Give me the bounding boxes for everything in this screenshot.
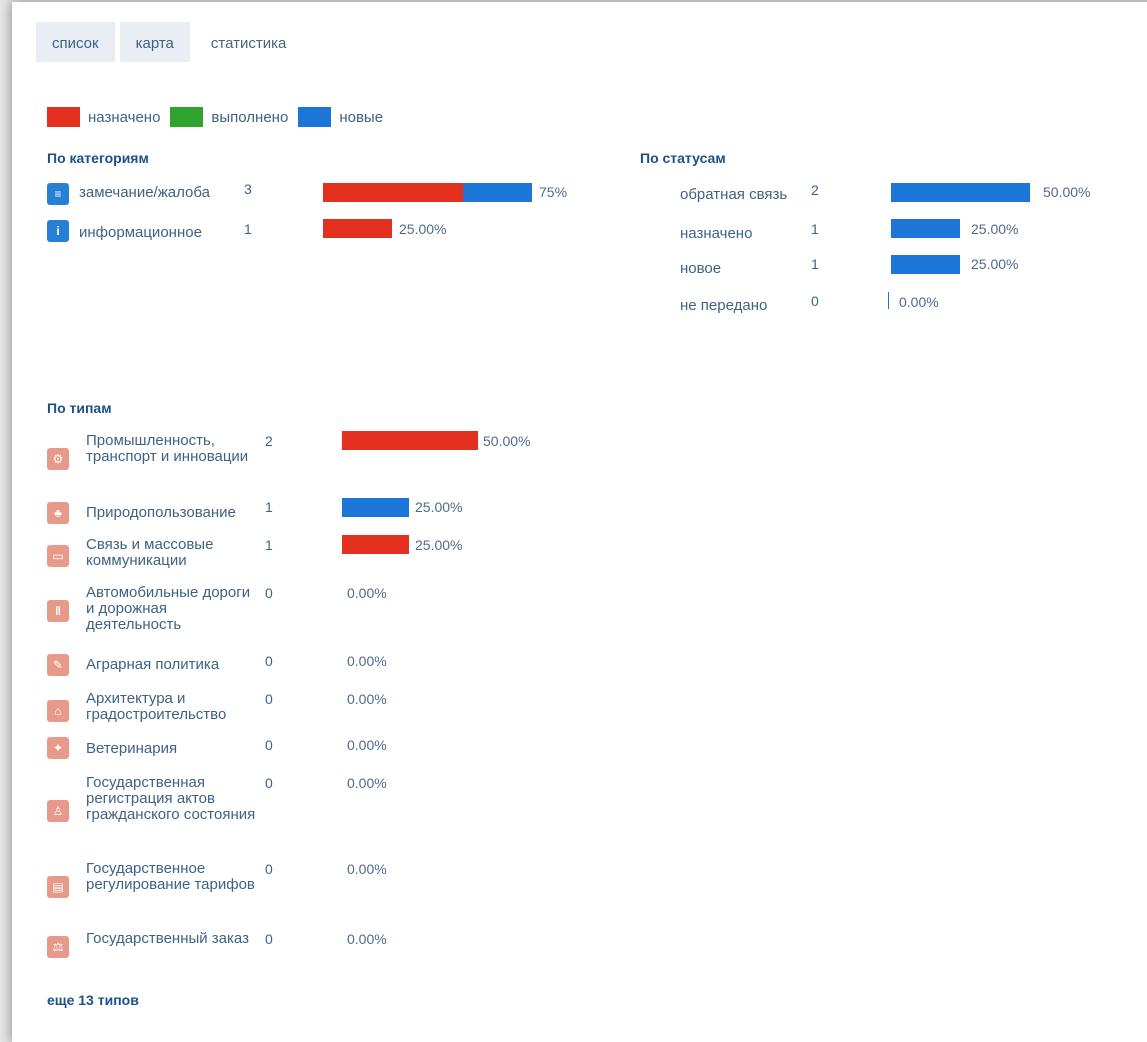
status-name[interactable]: обратная связь bbox=[680, 186, 787, 203]
category-percent: 25.00% bbox=[399, 221, 447, 237]
type-percent: 0.00% bbox=[347, 775, 387, 791]
type-percent: 0.00% bbox=[347, 861, 387, 877]
type-bar bbox=[342, 431, 478, 450]
type-percent: 25.00% bbox=[415, 537, 463, 553]
legend-swatch-new bbox=[298, 107, 332, 127]
type-name[interactable]: Архитектура и градостроительство bbox=[86, 691, 256, 723]
type-percent: 25.00% bbox=[415, 499, 463, 515]
type-name[interactable]: Промышленность, транспорт и инновации bbox=[86, 433, 256, 465]
status-bar bbox=[888, 292, 889, 309]
type-name[interactable]: Связь и массовые коммуникации bbox=[86, 537, 256, 569]
legend-label-assigned: назначено bbox=[88, 108, 161, 126]
type-percent: 50.00% bbox=[483, 433, 531, 449]
category-name[interactable]: замечание/жалоба bbox=[79, 184, 210, 201]
tariff-icon: ▤ bbox=[47, 876, 69, 898]
info-icon: i bbox=[47, 220, 69, 242]
category-count: 1 bbox=[244, 221, 252, 237]
status-count: 2 bbox=[811, 182, 819, 198]
status-name[interactable]: новое bbox=[680, 260, 721, 277]
type-count: 1 bbox=[265, 537, 273, 553]
status-count: 1 bbox=[811, 256, 819, 272]
status-name[interactable]: назначено bbox=[680, 225, 752, 242]
more-types-link[interactable]: еще 13 типов bbox=[47, 992, 139, 1008]
type-count: 0 bbox=[265, 691, 273, 707]
status-bar bbox=[891, 183, 1030, 202]
status-count: 1 bbox=[811, 221, 819, 237]
category-bar-new bbox=[463, 183, 532, 202]
order-icon: ⚖ bbox=[47, 936, 69, 958]
type-count: 0 bbox=[265, 737, 273, 753]
architecture-icon: ⌂ bbox=[47, 700, 69, 722]
agriculture-icon: ✎ bbox=[47, 654, 69, 676]
type-name[interactable]: Государственный заказ bbox=[86, 931, 256, 947]
type-bar bbox=[342, 498, 409, 517]
type-count: 0 bbox=[265, 775, 273, 791]
type-percent: 0.00% bbox=[347, 585, 387, 601]
status-bar bbox=[891, 219, 960, 238]
tab-statistics[interactable]: статистика bbox=[195, 22, 302, 62]
type-count: 2 bbox=[265, 433, 273, 449]
type-count: 1 bbox=[265, 499, 273, 515]
legend-label-done: выполнено bbox=[211, 108, 289, 126]
industry-icon: ⚙ bbox=[47, 448, 69, 470]
category-count: 3 bbox=[244, 181, 252, 197]
registry-icon: ♙ bbox=[47, 800, 69, 822]
type-count: 0 bbox=[265, 585, 273, 601]
status-count: 0 bbox=[811, 293, 819, 309]
status-percent: 25.00% bbox=[971, 221, 1019, 237]
tv-icon: ▭ bbox=[47, 545, 69, 567]
types-title: По типам bbox=[47, 400, 112, 416]
type-name[interactable]: Государственное регулирование тарифов bbox=[86, 861, 256, 893]
tab-list[interactable]: список bbox=[36, 22, 115, 62]
nature-icon: ♣ bbox=[47, 502, 69, 524]
type-name[interactable]: Аграрная политика bbox=[86, 657, 286, 673]
status-percent: 0.00% bbox=[899, 294, 939, 310]
statuses-title: По статусам bbox=[640, 150, 726, 166]
category-name[interactable]: информационное bbox=[79, 224, 202, 241]
status-percent: 25.00% bbox=[971, 256, 1019, 272]
type-count: 0 bbox=[265, 931, 273, 947]
categories-title: По категориям bbox=[47, 150, 149, 166]
status-bar bbox=[891, 255, 960, 274]
type-name[interactable]: Государственная регистрация актов гражда… bbox=[86, 775, 256, 823]
legend-swatch-done bbox=[170, 107, 204, 127]
category-percent: 75% bbox=[539, 184, 568, 200]
type-name[interactable]: Ветеринария bbox=[86, 741, 286, 757]
type-count: 0 bbox=[265, 653, 273, 669]
status-percent: 50.00% bbox=[1043, 184, 1091, 200]
category-bar-assigned bbox=[323, 219, 392, 238]
type-name[interactable]: Автомобильные дороги и дорожная деятельн… bbox=[86, 585, 256, 633]
type-count: 0 bbox=[265, 861, 273, 877]
legend-label-new: новые bbox=[339, 108, 384, 126]
type-percent: 0.00% bbox=[347, 931, 387, 947]
type-name[interactable]: Природопользование bbox=[86, 505, 286, 521]
type-percent: 0.00% bbox=[347, 653, 387, 669]
comment-icon: ≡ bbox=[47, 183, 69, 205]
road-icon: ‖ bbox=[47, 600, 69, 622]
view-tabs: список карта статистика bbox=[36, 22, 307, 62]
status-name[interactable]: не передано bbox=[680, 297, 767, 314]
type-bar bbox=[342, 535, 409, 554]
category-bar-assigned bbox=[323, 183, 463, 202]
veterinary-icon: ✦ bbox=[47, 737, 69, 759]
type-percent: 0.00% bbox=[347, 737, 387, 753]
legend-swatch-assigned bbox=[47, 107, 80, 127]
type-percent: 0.00% bbox=[347, 691, 387, 707]
legend: назначено выполнено новые bbox=[47, 107, 393, 127]
tab-map[interactable]: карта bbox=[119, 22, 190, 62]
